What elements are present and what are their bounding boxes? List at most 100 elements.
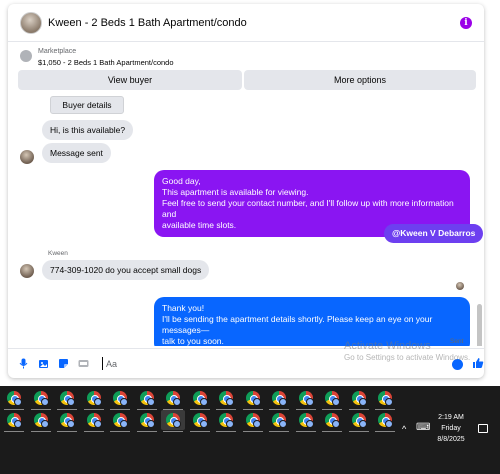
text-cursor: [102, 357, 103, 370]
running-indicator: [269, 431, 289, 432]
chrome-taskbar-button[interactable]: [241, 410, 265, 432]
chrome-taskbar-button[interactable]: [29, 388, 53, 410]
scrollbar[interactable]: [477, 304, 482, 346]
chrome-taskbar-button[interactable]: [2, 388, 26, 410]
activate-windows-watermark: Activate Windows Go to Settings to activ…: [344, 340, 470, 362]
profile-badge-icon: [173, 398, 181, 406]
info-icon[interactable]: i: [460, 17, 472, 29]
sender-avatar: [20, 150, 34, 164]
view-buyer-button[interactable]: View buyer: [18, 70, 242, 90]
chrome-taskbar-button[interactable]: [55, 388, 79, 410]
chrome-taskbar-button[interactable]: [82, 410, 106, 432]
running-indicator: [110, 431, 130, 432]
running-indicator: [163, 431, 183, 432]
running-indicator: [136, 431, 157, 432]
message-line: This apartment is available for viewing.: [162, 187, 309, 198]
running-indicator: [57, 431, 77, 432]
clock-day: Friday: [441, 425, 461, 432]
more-options-button[interactable]: More options: [244, 70, 476, 90]
chrome-taskbar-button[interactable]: [2, 410, 26, 432]
chat-window: Kween - 2 Beds 1 Bath Apartment/condo i …: [8, 4, 484, 378]
chat-title[interactable]: Kween - 2 Beds 1 Bath Apartment/condo: [48, 17, 247, 29]
chrome-taskbar-button[interactable]: [161, 388, 185, 410]
profile-badge-icon: [67, 398, 75, 406]
profile-badge-icon: [385, 398, 393, 406]
message-bubble: 774-309-1020 do you accept small dogs: [42, 260, 210, 280]
chrome-taskbar-button[interactable]: [267, 410, 291, 432]
microphone-icon[interactable]: [18, 358, 29, 369]
taskbar-clock[interactable]: 2:19 AM Friday 8/8/2025: [430, 412, 472, 445]
thumbs-up-icon[interactable]: [472, 357, 484, 372]
profile-badge-icon: [305, 398, 314, 406]
chrome-taskbar-button[interactable]: [82, 388, 106, 410]
profile-badge-icon: [14, 398, 22, 406]
chrome-taskbar-button[interactable]: [188, 388, 212, 410]
chrome-taskbar-button[interactable]: [294, 410, 318, 432]
chrome-taskbar-button[interactable]: [108, 410, 132, 432]
avatar[interactable]: [20, 12, 42, 34]
message-bubble: Message sent: [42, 143, 111, 163]
profile-badge-icon: [146, 420, 155, 428]
input-placeholder: Aa: [106, 359, 118, 369]
profile-badge-icon: [332, 420, 340, 428]
tray-chevron-icon[interactable]: ^: [402, 424, 406, 434]
read-receipt-avatar: [456, 282, 464, 290]
message-line: Good day,: [162, 176, 201, 186]
marketplace-label: Marketplace: [38, 48, 77, 55]
profile-badge-icon: [40, 398, 49, 406]
running-indicator: [348, 431, 369, 432]
profile-badge-icon: [93, 420, 102, 428]
chrome-taskbar-button[interactable]: [241, 388, 265, 410]
listing-thumbnail: [20, 50, 32, 62]
listing-title: $1,050 - 2 Beds 1 Bath Apartment/condo: [38, 58, 174, 67]
chrome-taskbar-button[interactable]: [214, 410, 238, 432]
running-indicator: [375, 431, 395, 432]
mention-chip[interactable]: @Kween V Debarros: [384, 224, 484, 244]
sticker-icon[interactable]: [58, 358, 69, 369]
running-indicator: [189, 431, 210, 432]
gif-icon[interactable]: [78, 358, 89, 369]
profile-badge-icon: [279, 398, 287, 406]
chrome-taskbar-button[interactable]: [214, 388, 238, 410]
chrome-taskbar-button[interactable]: [347, 388, 371, 410]
chrome-taskbar-button[interactable]: [135, 388, 159, 410]
chrome-taskbar-button[interactable]: [294, 388, 318, 410]
profile-badge-icon: [146, 398, 155, 406]
buyer-details-button[interactable]: Buyer details: [50, 96, 124, 114]
profile-badge-icon: [40, 420, 49, 428]
chrome-taskbar-button[interactable]: [29, 410, 53, 432]
chrome-taskbar-button[interactable]: [108, 388, 132, 410]
running-indicator: [4, 431, 24, 432]
message-line: Feel free to send your contact number, a…: [162, 198, 454, 220]
chrome-taskbar-button[interactable]: [373, 410, 397, 432]
outgoing-message: Thank you! I'll be sending the apartment…: [154, 297, 470, 346]
running-indicator: [216, 431, 236, 432]
running-indicator: [30, 431, 51, 432]
notification-icon[interactable]: [478, 424, 488, 433]
profile-badge-icon: [358, 420, 367, 428]
profile-badge-icon: [93, 398, 102, 406]
chrome-taskbar-button[interactable]: [373, 388, 397, 410]
chrome-taskbar-button[interactable]: [267, 388, 291, 410]
chrome-taskbar-button[interactable]: [55, 410, 79, 432]
marketplace-listing[interactable]: Marketplace $1,050 - 2 Beds 1 Bath Apart…: [8, 42, 484, 70]
profile-badge-icon: [226, 420, 234, 428]
sender-name: Kween: [48, 250, 68, 257]
running-indicator: [295, 431, 316, 432]
chrome-taskbar-button[interactable]: [135, 410, 159, 432]
chrome-taskbar-button[interactable]: [347, 410, 371, 432]
chrome-taskbar-button[interactable]: [188, 410, 212, 432]
chrome-taskbar-button[interactable]: [320, 410, 344, 432]
profile-badge-icon: [199, 420, 208, 428]
chrome-taskbar-button[interactable]: [320, 388, 344, 410]
chrome-taskbar-button[interactable]: [161, 410, 185, 432]
profile-badge-icon: [14, 420, 22, 428]
clock-date: 8/8/2025: [437, 436, 465, 443]
profile-badge-icon: [120, 420, 128, 428]
keyboard-icon[interactable]: ⌨: [416, 422, 430, 433]
profile-badge-icon: [120, 398, 128, 406]
photo-icon[interactable]: [38, 358, 49, 369]
taskbar: ^ ⌨ 2:19 AM Friday 8/8/2025: [0, 386, 500, 474]
running-indicator: [83, 431, 104, 432]
running-indicator: [242, 431, 263, 432]
